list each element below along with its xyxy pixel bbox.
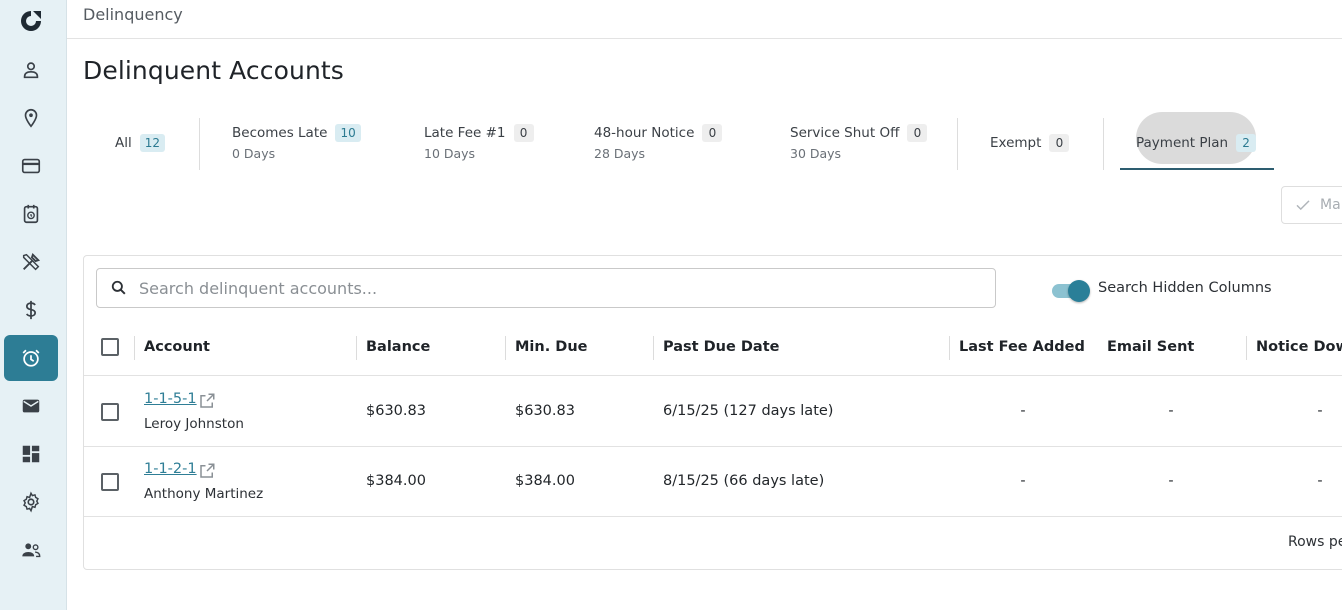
tab-sublabel: 10 Days <box>424 146 476 161</box>
tab-service-shut-off[interactable]: Service Shut Off 0 30 Days <box>790 124 928 184</box>
tab-label: Exempt <box>990 135 1042 151</box>
email-sent-cell: - <box>1168 403 1174 419</box>
table-row: 1-1-2-1 Anthony Martinez $384.00 $384.00… <box>84 447 1342 517</box>
sidebar-item-payments[interactable] <box>4 287 58 333</box>
balance-cell: $630.83 <box>366 403 426 419</box>
page-title: Delinquent Accounts <box>83 56 344 85</box>
column-header-min-due[interactable]: Min. Due <box>505 328 587 376</box>
last-fee-added-cell: - <box>1020 473 1026 489</box>
person-icon <box>23 62 39 79</box>
sidebar-item-delinquency[interactable] <box>4 335 58 381</box>
column-header-last-fee-added[interactable]: Last Fee Added <box>949 328 1085 376</box>
column-header-account[interactable]: Account <box>134 328 210 376</box>
notice-downloaded-cell: - <box>1317 403 1323 419</box>
sidebar-item-messages[interactable] <box>4 383 58 429</box>
past-due-date-cell: 8/15/25 (66 days late) <box>663 473 825 489</box>
open-in-new-icon[interactable] <box>198 392 216 410</box>
app-logo-icon[interactable] <box>18 8 44 34</box>
tab-exempt[interactable]: Exempt 0 <box>990 134 1070 194</box>
last-fee-added-cell: - <box>1020 403 1026 419</box>
email-sent-cell: - <box>1168 473 1174 489</box>
tab-count-badge: 12 <box>139 134 166 152</box>
tab-label: Payment Plan <box>1136 135 1229 151</box>
search-input[interactable] <box>139 278 979 298</box>
sidebar-item-people[interactable] <box>4 47 58 93</box>
credit-card-icon <box>21 158 41 174</box>
delinquent-accounts-table-card: Search Hidden Columns Account Balance Mi… <box>83 255 1342 570</box>
column-header-past-due-date[interactable]: Past Due Date <box>653 328 779 376</box>
sidebar <box>0 0 67 610</box>
tab-count-badge: 0 <box>907 124 928 142</box>
select-all-checkbox[interactable] <box>101 338 119 356</box>
tab-divider <box>957 118 958 170</box>
search-icon <box>111 280 126 295</box>
notice-downloaded-cell: - <box>1317 473 1323 489</box>
sidebar-item-locations[interactable] <box>4 95 58 141</box>
tab-divider <box>1103 118 1104 170</box>
status-tabs: All 12 Becomes Late 10 0 Days Late Fee #1 0… <box>83 110 1342 172</box>
tab-all[interactable]: All 12 <box>115 134 166 194</box>
row-checkbox[interactable] <box>101 403 119 421</box>
people-icon <box>22 543 41 558</box>
tab-label: Service Shut Off <box>790 125 900 141</box>
sidebar-item-dashboard[interactable] <box>4 431 58 477</box>
tab-payment-plan[interactable]: Payment Plan 2 <box>1136 134 1257 194</box>
tab-selected-indicator <box>1120 168 1274 170</box>
tab-becomes-late[interactable]: Becomes Late 10 0 Days <box>232 124 361 184</box>
sidebar-item-users[interactable] <box>4 527 58 573</box>
tab-label: 48-hour Notice <box>594 125 695 141</box>
tab-divider <box>199 118 200 170</box>
breadcrumb: Delinquency <box>83 5 183 24</box>
dashboard-icon <box>22 445 40 463</box>
min-due-cell: $630.83 <box>515 403 575 419</box>
sidebar-item-settings[interactable] <box>4 479 58 525</box>
column-header-email-sent[interactable]: Email Sent <box>1097 328 1194 376</box>
search-box <box>96 268 996 308</box>
min-due-cell: $384.00 <box>515 473 575 489</box>
toggle-knob <box>1068 280 1090 302</box>
column-header-notice-downloaded[interactable]: Notice Down <box>1246 328 1342 376</box>
tab-count-badge: 2 <box>1236 134 1257 152</box>
row-checkbox[interactable] <box>101 473 119 491</box>
dollar-icon <box>25 300 36 320</box>
tab-sublabel: 30 Days <box>790 146 842 161</box>
mark-button-label: Ma <box>1320 197 1341 213</box>
tab-count-badge: 0 <box>1049 134 1070 152</box>
table-row: 1-1-5-1 Leroy Johnston $630.83 $630.83 6… <box>84 377 1342 447</box>
calendar-clock-icon <box>23 204 39 224</box>
past-due-date-cell: 6/15/25 (127 days late) <box>663 403 834 419</box>
balance-cell: $384.00 <box>366 473 426 489</box>
tab-label: Becomes Late <box>232 125 328 141</box>
tab-label: Late Fee #1 <box>424 125 506 141</box>
top-bar: Delinquency <box>67 0 1342 39</box>
tab-count-badge: 10 <box>335 124 361 142</box>
search-hidden-columns-label: Search Hidden Columns <box>1098 280 1272 296</box>
account-link[interactable]: 1-1-5-1 <box>144 391 197 407</box>
rows-per-page-label: Rows pe <box>1288 534 1342 550</box>
tab-count-badge: 0 <box>513 124 534 142</box>
tools-icon <box>22 252 41 271</box>
tab-sublabel: 0 Days <box>232 146 276 161</box>
column-header-balance[interactable]: Balance <box>356 328 430 376</box>
account-holder-name: Leroy Johnston <box>144 416 244 432</box>
account-holder-name: Anthony Martinez <box>144 486 264 502</box>
tab-label: All <box>115 135 132 151</box>
mark-button[interactable]: Ma <box>1281 186 1342 224</box>
search-hidden-columns-toggle[interactable] <box>1052 280 1090 302</box>
account-link[interactable]: 1-1-2-1 <box>144 461 197 477</box>
tab-late-fee-1[interactable]: Late Fee #1 0 10 Days <box>424 124 534 184</box>
check-icon <box>1296 200 1310 211</box>
sidebar-item-maintenance[interactable] <box>4 239 58 285</box>
tab-count-badge: 0 <box>702 124 723 142</box>
table-header: Account Balance Min. Due Past Due Date L… <box>84 328 1342 376</box>
open-in-new-icon[interactable] <box>198 462 216 480</box>
gear-icon <box>23 491 39 513</box>
sidebar-item-billing[interactable] <box>4 143 58 189</box>
location-pin-icon <box>24 108 38 128</box>
alarm-clock-icon <box>22 349 40 367</box>
mail-icon <box>22 399 40 413</box>
sidebar-item-schedule[interactable] <box>4 191 58 237</box>
tab-sublabel: 28 Days <box>594 146 646 161</box>
tab-48-hour-notice[interactable]: 48-hour Notice 0 28 Days <box>594 124 723 184</box>
